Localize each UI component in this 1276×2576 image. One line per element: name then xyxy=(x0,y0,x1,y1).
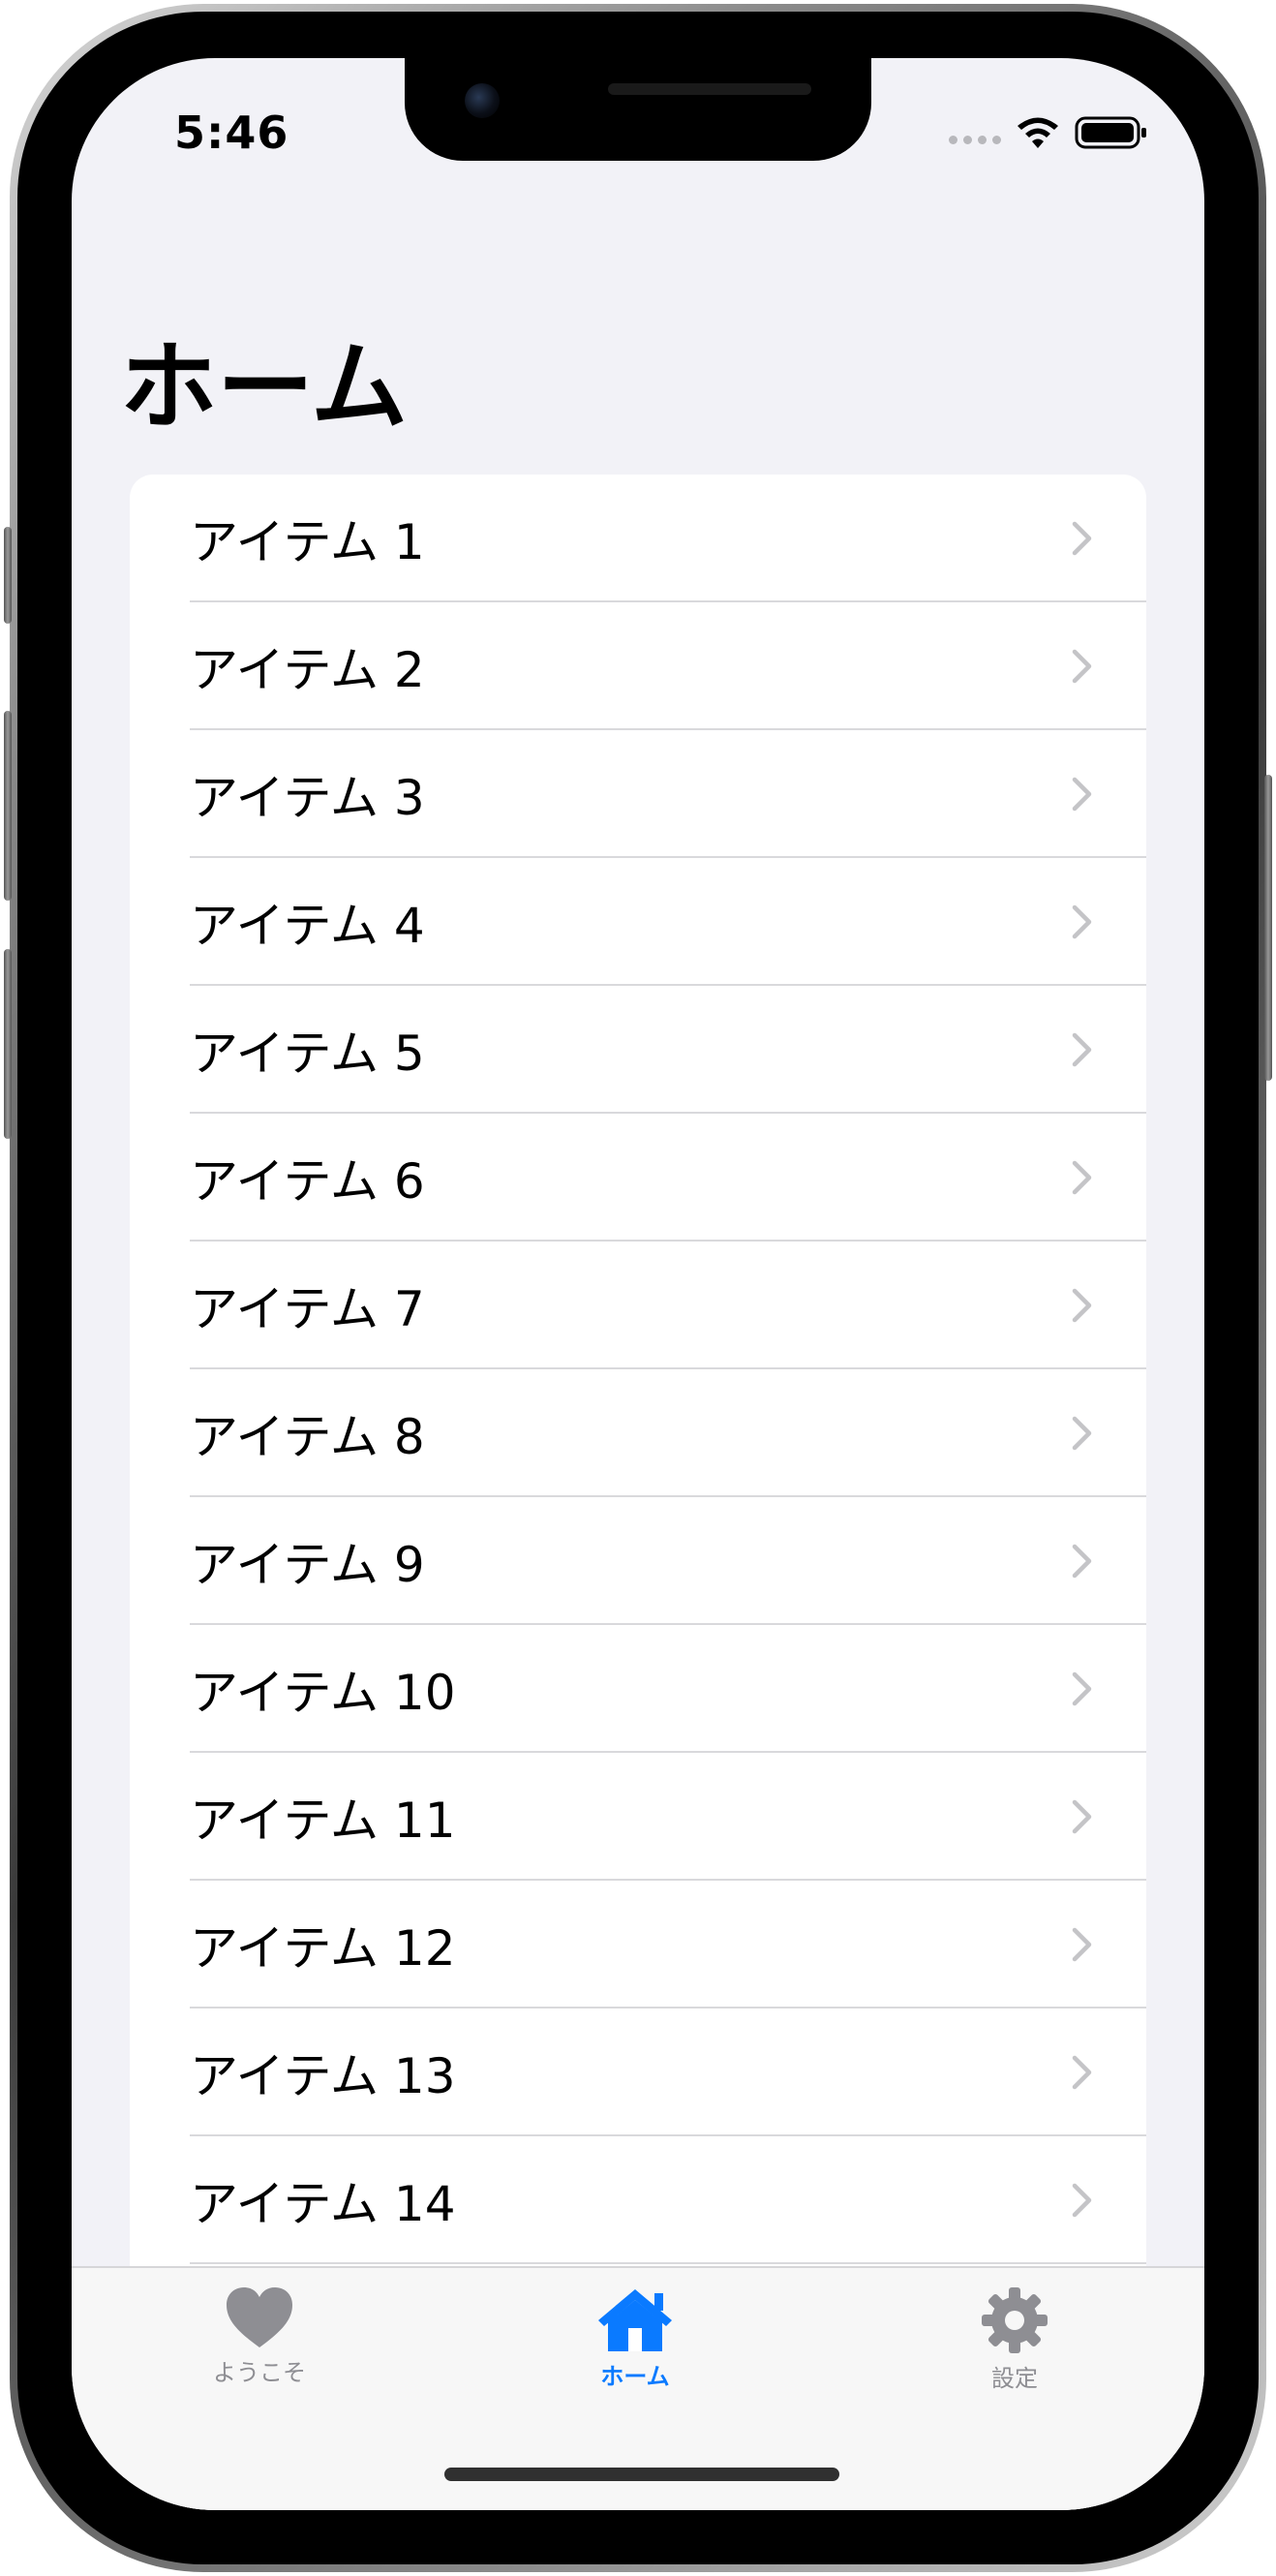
list-item-label: アイテム 6 xyxy=(190,1153,425,1210)
chevron-right-icon xyxy=(1072,521,1092,556)
item-list: アイテム 1 アイテム 2 アイテム 3 アイテム 4 アイテム 5 アイテム … xyxy=(130,475,1146,2510)
list-item-label: アイテム 12 xyxy=(190,1920,456,1977)
chevron-right-icon xyxy=(1072,2183,1092,2218)
chevron-right-icon xyxy=(1072,649,1092,684)
front-camera xyxy=(465,83,500,118)
list-item-label: アイテム 7 xyxy=(190,1281,425,1337)
list-item-label: アイテム 10 xyxy=(190,1665,456,1721)
list-item-label: アイテム 4 xyxy=(190,898,425,954)
cellular-signal-icon xyxy=(949,135,1001,144)
volume-up-button xyxy=(4,711,12,901)
list-item[interactable]: アイテム 12 xyxy=(130,1881,1146,2009)
list-item[interactable]: アイテム 5 xyxy=(130,986,1146,1114)
chevron-right-icon xyxy=(1072,1288,1092,1323)
tab-label: 設定 xyxy=(991,2365,1038,2392)
chevron-right-icon xyxy=(1072,777,1092,812)
page-title: ホーム xyxy=(120,330,408,444)
list-item[interactable]: アイテム 13 xyxy=(130,2009,1146,2136)
screen: 5:46 ホーム アイテム 1 アイテム 2 アイテム 3 アイテム 4 アイテ… xyxy=(72,58,1204,2510)
list-item[interactable]: アイテム 3 xyxy=(130,730,1146,858)
list-item[interactable]: アイテム 6 xyxy=(130,1114,1146,1242)
list-item-label: アイテム 2 xyxy=(190,642,425,698)
earpiece-speaker xyxy=(608,83,811,95)
list-item-label: アイテム 14 xyxy=(190,2176,456,2232)
list-item[interactable]: アイテム 14 xyxy=(130,2136,1146,2264)
tab-home[interactable]: ホーム xyxy=(529,2285,742,2411)
chevron-right-icon xyxy=(1072,1160,1092,1195)
list-item[interactable]: アイテム 10 xyxy=(130,1625,1146,1753)
tab-label: ようこそ xyxy=(213,2359,306,2386)
list-item[interactable]: アイテム 2 xyxy=(130,602,1146,730)
list-item[interactable]: アイテム 11 xyxy=(130,1753,1146,1881)
list-item[interactable]: アイテム 1 xyxy=(130,475,1146,602)
list-item[interactable]: アイテム 7 xyxy=(130,1242,1146,1369)
heart-icon xyxy=(227,2287,292,2347)
tab-welcome[interactable]: ようこそ xyxy=(153,2285,366,2411)
house-icon xyxy=(598,2289,672,2351)
list-item-label: アイテム 3 xyxy=(190,770,425,826)
power-button xyxy=(1264,775,1272,1081)
list-item-label: アイテム 11 xyxy=(190,1793,456,1849)
chevron-right-icon xyxy=(1072,2055,1092,2090)
list-item-label: アイテム 1 xyxy=(190,514,425,570)
status-time: 5:46 xyxy=(174,107,289,159)
list-item[interactable]: アイテム 4 xyxy=(130,858,1146,986)
list-item[interactable]: アイテム 9 xyxy=(130,1497,1146,1625)
chevron-right-icon xyxy=(1072,905,1092,939)
chevron-right-icon xyxy=(1072,1416,1092,1451)
status-indicators xyxy=(949,114,1148,151)
volume-down-button xyxy=(4,949,12,1139)
list-item[interactable]: アイテム 8 xyxy=(130,1369,1146,1497)
chevron-right-icon xyxy=(1072,1927,1092,1962)
list-item-label: アイテム 5 xyxy=(190,1026,425,1082)
mute-switch xyxy=(4,527,12,624)
battery-icon xyxy=(1075,116,1146,149)
wifi-icon xyxy=(1018,117,1058,148)
list-item-label: アイテム 8 xyxy=(190,1409,425,1465)
chevron-right-icon xyxy=(1072,1544,1092,1579)
tab-label: ホーム xyxy=(600,2363,670,2390)
list-item-label: アイテム 9 xyxy=(190,1537,425,1593)
tab-settings[interactable]: 設定 xyxy=(908,2285,1121,2411)
list-item-label: アイテム 13 xyxy=(190,2048,456,2104)
chevron-right-icon xyxy=(1072,1799,1092,1834)
chevron-right-icon xyxy=(1072,1032,1092,1067)
home-indicator[interactable] xyxy=(444,2468,839,2481)
chevron-right-icon xyxy=(1072,1671,1092,1706)
gear-icon xyxy=(982,2287,1048,2353)
